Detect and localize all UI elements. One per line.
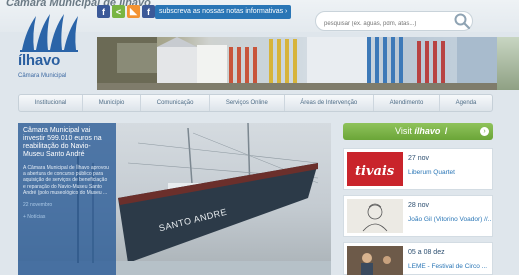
featured-news[interactable]: SANTO ANDRE Câmara Municipal vai investi… — [18, 123, 331, 275]
search-box — [315, 11, 473, 33]
visit-label: Visit — [395, 126, 412, 136]
event-item[interactable]: tivais 27 nov Liberum Quartet — [343, 148, 493, 190]
visit-ilhavo-button[interactable]: Visit ílhavo / › — [343, 123, 493, 140]
event-date: 05 a 08 dez — [408, 249, 445, 256]
arrow-right-icon: › — [480, 127, 489, 136]
event-thumbnail: tivais — [347, 152, 403, 186]
event-title[interactable]: João Gil (Vitorino Voador) //... — [408, 216, 492, 223]
nav-item-atendimento[interactable]: Atendimento — [374, 95, 440, 111]
more-news-link[interactable]: + Notícias — [23, 214, 111, 220]
nav-item-areas-intervencao[interactable]: Áreas de Intervenção — [285, 95, 374, 111]
nav-item-institucional[interactable]: Institucional — [19, 95, 84, 111]
rss-icon[interactable]: ◣ — [127, 5, 140, 18]
nav-item-municipio[interactable]: Município — [83, 95, 142, 111]
nav-item-servicos-online[interactable]: Serviços Online — [210, 95, 285, 111]
event-title[interactable]: LEME - Festival de Circo ... — [408, 263, 492, 270]
search-input[interactable] — [316, 15, 446, 33]
striped-houses-illustration — [97, 37, 497, 90]
event-title[interactable]: Liberum Quartet — [408, 169, 492, 176]
search-icon[interactable] — [453, 12, 471, 30]
facebook-icon[interactable]: f — [97, 5, 110, 18]
facebook-alt-icon[interactable]: f — [142, 5, 155, 18]
event-date: 27 nov — [408, 155, 430, 162]
featured-news-title[interactable]: Câmara Municipal vai investir 599.010 eu… — [23, 127, 111, 159]
event-thumbnail — [347, 199, 403, 233]
nav-item-comunicacao[interactable]: Comunicação — [141, 95, 211, 111]
sails-logo-icon — [20, 14, 78, 52]
visit-slash-icon: / — [444, 126, 448, 136]
featured-news-summary: A Câmara Municipal de Ílhavo aprovou a a… — [23, 165, 109, 196]
featured-news-caption: Câmara Municipal vai investir 599.010 eu… — [18, 123, 116, 275]
nav-item-agenda[interactable]: Agenda — [440, 95, 492, 111]
subscribe-newsletter-button[interactable]: subscreva as nossas notas informativas › — [155, 5, 292, 19]
logo-subtitle: Câmara Municipal — [18, 73, 67, 79]
event-date: 28 nov — [408, 202, 430, 209]
event-item[interactable]: 05 a 08 dez LEME - Festival de Circo ... — [343, 242, 493, 275]
social-icons: f < ◣ f — [97, 5, 155, 19]
banner-edge — [497, 37, 519, 90]
main-navigation: Institucional Município Comunicação Serv… — [18, 94, 493, 112]
visit-brand: ílhavo — [414, 126, 441, 136]
circus-photo-icon — [347, 246, 403, 275]
event-thumbnail-text: tivais — [355, 164, 395, 179]
event-item[interactable]: 28 nov João Gil (Vitorino Voador) //... — [343, 195, 493, 237]
share-icon[interactable]: < — [112, 5, 125, 18]
logo-name: ílhavo — [18, 52, 61, 69]
featured-news-date: 22 novembro — [23, 202, 53, 209]
event-thumbnail — [347, 246, 403, 275]
municipality-logo[interactable]: ílhavo Câmara Municipal — [0, 14, 98, 90]
sketch-portrait-icon — [362, 203, 388, 232]
header-banner-image — [97, 37, 497, 90]
